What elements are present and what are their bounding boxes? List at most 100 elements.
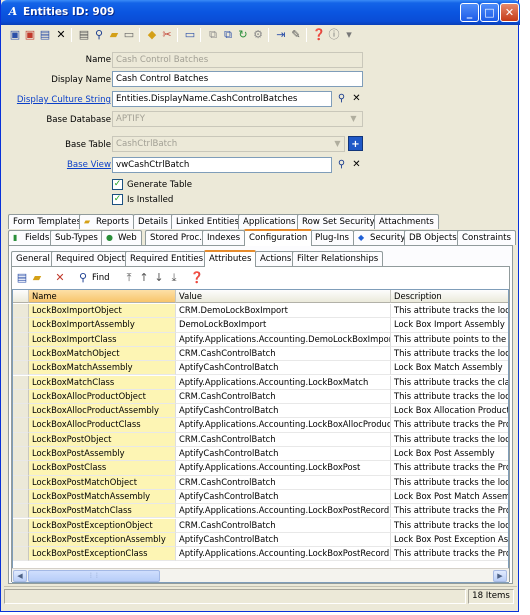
- move-bottom-icon[interactable]: ⤓: [167, 271, 181, 285]
- tab-security[interactable]: ◆ Security: [353, 230, 411, 245]
- tab-sub-types[interactable]: Sub-Types: [50, 230, 103, 245]
- tab-actions[interactable]: Actions: [255, 251, 297, 266]
- row-selector-header[interactable]: [13, 290, 29, 303]
- table-row[interactable]: LockBoxImportObject CRM.DemoLockBoxImport…: [13, 304, 508, 319]
- cell-description[interactable]: This attribute tracks the ProgID c: [391, 461, 508, 476]
- save-icon[interactable]: ▣: [8, 28, 22, 42]
- cell-name[interactable]: LockBoxAllocProductClass: [29, 418, 176, 433]
- move-down-icon[interactable]: ↓: [152, 271, 166, 285]
- column-header-value[interactable]: Value: [176, 290, 391, 303]
- move-up-icon[interactable]: ↑: [137, 271, 151, 285]
- cell-name[interactable]: LockBoxPostExceptionObject: [29, 518, 176, 533]
- cell-description[interactable]: Lock Box Allocation Product Asser: [391, 404, 508, 419]
- cell-description[interactable]: This attribute tracks the location: [391, 476, 508, 490]
- base-view-field[interactable]: vwCashCtrlBatch: [112, 157, 332, 173]
- cell-value[interactable]: Aptify.Applications.Accounting.DemoLockB…: [176, 332, 391, 347]
- table-row[interactable]: LockBoxPostObject CRM.CashControlBatch Thi…: [13, 432, 508, 447]
- column-header-description[interactable]: Description: [391, 290, 508, 303]
- add-table-icon[interactable]: +: [348, 136, 363, 151]
- tools-icon[interactable]: ↻: [236, 28, 250, 42]
- table-row[interactable]: LockBoxPostExceptionAssembly AptifyCashCo…: [13, 532, 508, 548]
- cell-name[interactable]: LockBoxPostAssembly: [29, 447, 176, 462]
- note-icon[interactable]: ✎: [289, 28, 303, 42]
- table-row[interactable]: LockBoxPostMatchObject CRM.CashControlBat…: [13, 475, 508, 490]
- row-selector[interactable]: [13, 304, 29, 319]
- cell-description[interactable]: This attribute tracks the ProgID c: [391, 547, 508, 562]
- refresh-icon[interactable]: ⧉: [221, 28, 235, 42]
- tab-db-objects[interactable]: DB Objects: [404, 230, 462, 245]
- cell-value[interactable]: AptifyCashControlBatch: [176, 361, 391, 376]
- cell-name[interactable]: LockBoxImportClass: [29, 332, 176, 347]
- row-selector[interactable]: [13, 332, 29, 347]
- tab-row-set-security[interactable]: Row Set Security: [297, 214, 380, 229]
- cell-name[interactable]: LockBoxMatchObject: [29, 346, 176, 362]
- maximize-button[interactable]: □: [480, 3, 499, 22]
- tab-web[interactable]: ● Web: [101, 230, 142, 245]
- tab-required-objects[interactable]: Required Objects: [51, 251, 135, 266]
- cell-value[interactable]: CRM.CashControlBatch: [176, 518, 391, 533]
- table-row[interactable]: LockBoxImportAssembly DemoLockBoxImport Lo…: [13, 318, 508, 333]
- save-new-icon[interactable]: ▣: [23, 28, 37, 42]
- cell-name[interactable]: LockBoxPostClass: [29, 461, 176, 476]
- cell-value[interactable]: CRM.DemoLockBoxImport: [176, 304, 391, 319]
- open-icon[interactable]: ▰: [107, 28, 121, 42]
- cell-name[interactable]: LockBoxImportObject: [29, 304, 176, 319]
- table-row[interactable]: LockBoxPostClass Aptify.Applications.Acco…: [13, 461, 508, 476]
- tab-filter-relationships[interactable]: Filter Relationships: [292, 251, 384, 266]
- new-record-icon[interactable]: ▤: [15, 271, 29, 285]
- cell-name[interactable]: LockBoxPostExceptionClass: [29, 547, 176, 562]
- cell-name[interactable]: LockBoxImportAssembly: [29, 318, 176, 333]
- row-selector[interactable]: [13, 447, 29, 462]
- generate-table-checkbox[interactable]: ✓: [112, 179, 123, 190]
- cell-value[interactable]: DemoLockBoxImport: [176, 318, 391, 333]
- name-field[interactable]: Cash Control Batches: [112, 52, 363, 68]
- table-row[interactable]: LockBoxMatchClass Aptify.Applications.Acc…: [13, 375, 508, 390]
- row-selector[interactable]: [13, 361, 29, 376]
- row-selector[interactable]: [13, 418, 29, 433]
- cell-value[interactable]: Aptify.Applications.Accounting.LockBoxPo…: [176, 504, 391, 519]
- cell-name[interactable]: LockBoxPostObject: [29, 432, 176, 447]
- report-icon[interactable]: ▭: [122, 28, 136, 42]
- table-row[interactable]: LockBoxPostAssembly AptifyCashControlBatc…: [13, 447, 508, 462]
- base-database-dropdown-icon[interactable]: ▼: [346, 111, 361, 126]
- title-bar[interactable]: A Entities ID: 909 _ □ ✕: [1, 0, 520, 25]
- culture-find-icon[interactable]: ⚲: [334, 91, 349, 106]
- display-culture-string-field[interactable]: Entities.DisplayName.CashControlBatches: [112, 91, 332, 107]
- cell-value[interactable]: AptifyCashControlBatch: [176, 532, 391, 548]
- attributes-grid[interactable]: Name Value Description LockBoxImportObje…: [12, 289, 509, 583]
- tab-linked-entities[interactable]: Linked Entities: [171, 214, 244, 229]
- cell-value[interactable]: CRM.CashControlBatch: [176, 346, 391, 362]
- cell-value[interactable]: Aptify.Applications.Accounting.LockBoxAl…: [176, 418, 391, 433]
- table-row[interactable]: LockBoxImportClass Aptify.Applications.Ac…: [13, 332, 508, 347]
- cell-description[interactable]: This attribute tracks the location: [391, 390, 508, 405]
- base-view-find-icon[interactable]: ⚲: [334, 157, 349, 172]
- horizontal-scrollbar[interactable]: ◀ ⋮⋮ ▶: [12, 568, 509, 582]
- tab-indexes[interactable]: Indexes: [202, 230, 246, 245]
- row-selector[interactable]: [13, 489, 29, 505]
- tab-applications[interactable]: Applications: [238, 214, 301, 229]
- cell-description[interactable]: Lock Box Post Assembly: [391, 447, 508, 462]
- row-selector[interactable]: [13, 475, 29, 490]
- cell-name[interactable]: LockBoxMatchAssembly: [29, 361, 176, 376]
- scroll-left-icon[interactable]: ◀: [13, 570, 27, 582]
- cell-name[interactable]: LockBoxPostExceptionAssembly: [29, 532, 176, 548]
- row-selector[interactable]: [13, 461, 29, 476]
- copy-icon[interactable]: ◆: [145, 28, 159, 42]
- row-selector[interactable]: [13, 432, 29, 447]
- cell-description[interactable]: This attribute points to the class: [391, 333, 508, 347]
- table-row[interactable]: LockBoxPostMatchClass Aptify.Applications…: [13, 504, 508, 519]
- cell-name[interactable]: LockBoxMatchClass: [29, 375, 176, 390]
- cell-description[interactable]: Lock Box Match Assembly: [391, 361, 508, 376]
- table-row[interactable]: LockBoxPostExceptionClass Aptify.Applicat…: [13, 547, 508, 562]
- table-row[interactable]: LockBoxMatchAssembly AptifyCashControlBat…: [13, 361, 508, 376]
- row-selector[interactable]: [13, 518, 29, 533]
- cell-value[interactable]: Aptify.Applications.Accounting.LockBoxMa…: [176, 375, 391, 390]
- cell-value[interactable]: AptifyCashControlBatch: [176, 447, 391, 462]
- display-culture-string-link[interactable]: Display Culture String: [1, 95, 111, 105]
- tab-constraints[interactable]: Constraints: [457, 230, 517, 245]
- delete-icon[interactable]: ✕: [54, 28, 68, 42]
- info-icon[interactable]: ⓘ: [327, 28, 341, 42]
- scroll-right-icon[interactable]: ▶: [493, 570, 507, 582]
- cell-name[interactable]: LockBoxPostMatchAssembly: [29, 489, 176, 505]
- tab-stored-proc[interactable]: Stored Proc.: [145, 230, 207, 245]
